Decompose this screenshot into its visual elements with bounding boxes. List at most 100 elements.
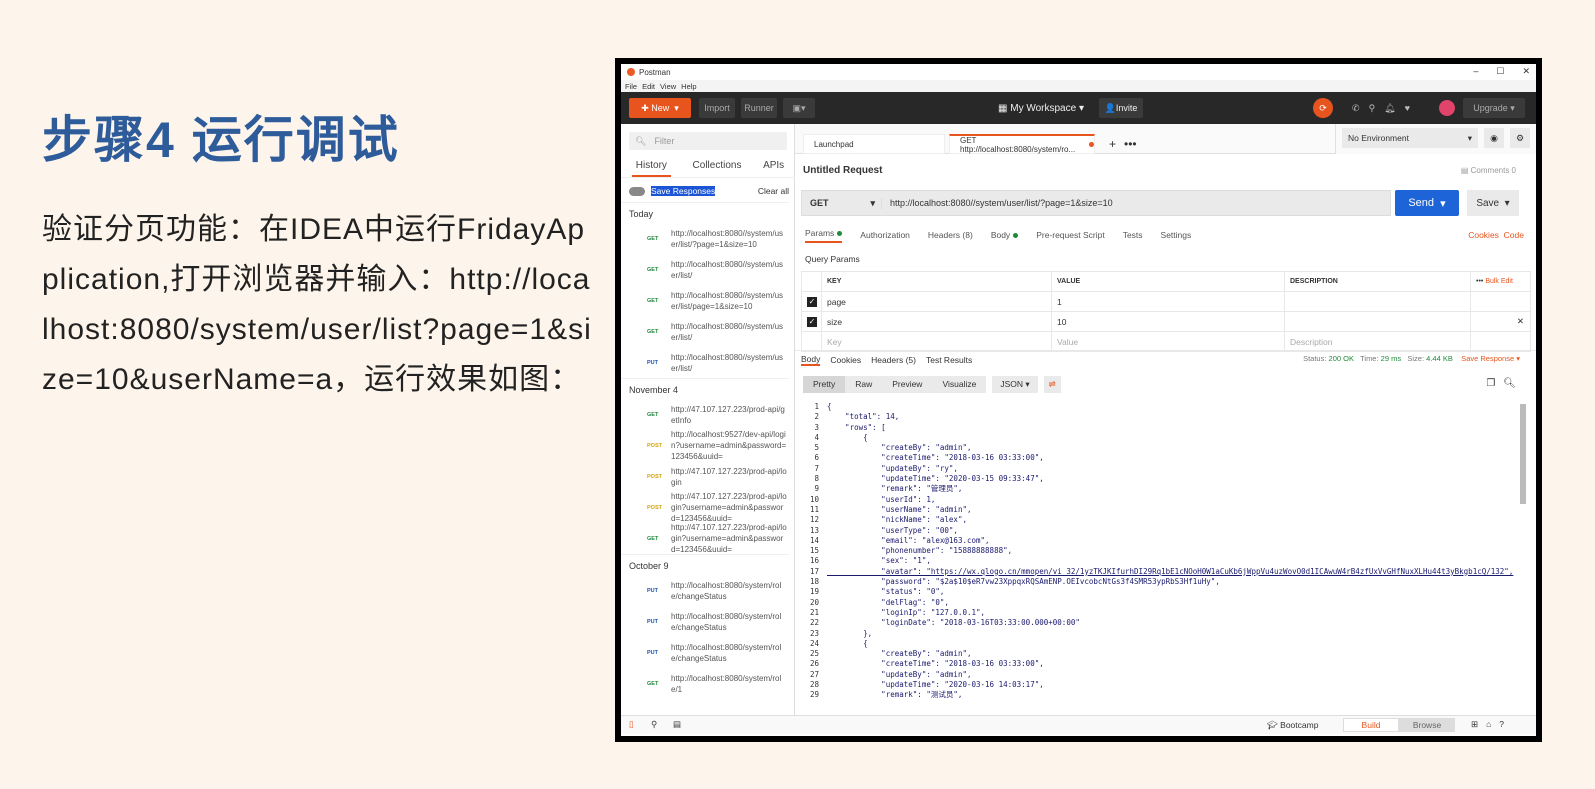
param-checkbox[interactable]: ✓ (807, 297, 817, 307)
history-group-header[interactable]: November 4 (621, 378, 789, 399)
param-description[interactable] (1284, 311, 1471, 332)
menu-help[interactable]: Help (681, 82, 696, 91)
bulk-edit-link[interactable]: Bulk Edit (1485, 278, 1513, 285)
minimize-icon[interactable]: – (1473, 66, 1478, 77)
runner-button[interactable]: Runner (741, 98, 777, 118)
wrap-icon[interactable]: ⇌ (1043, 376, 1061, 393)
tab-body[interactable]: Body (991, 230, 1019, 240)
view-preview[interactable]: Preview (882, 376, 932, 393)
layout-icons[interactable]: ⊞⌂? (1471, 719, 1512, 730)
tab-history[interactable]: History (631, 156, 671, 177)
bootcamp-button[interactable]: 🎓︎ Bootcamp (1267, 720, 1318, 731)
eye-icon[interactable]: ◉ (1484, 128, 1504, 148)
cookies-link[interactable]: Cookies (1468, 230, 1499, 240)
view-visualize[interactable]: Visualize (932, 376, 986, 393)
search-icon[interactable]: 🔍︎ (1503, 378, 1516, 389)
format-select[interactable]: JSON ▾ (992, 376, 1038, 393)
tab-active-request[interactable]: GET http://localhost:8080/system/ro... (949, 134, 1095, 154)
menu-file[interactable]: File (625, 82, 637, 91)
build-button[interactable]: Build (1343, 718, 1399, 732)
console-icon[interactable]: ▤ (673, 719, 681, 730)
new-button[interactable]: ✚ New ▾ (629, 98, 691, 118)
history-item[interactable]: POST http://47.107.127.223/prod-api/login… (621, 492, 789, 523)
resp-tab-headers-[interactable]: Headers (5) (871, 355, 916, 365)
new-window-icon[interactable]: ▣▾ (783, 98, 815, 118)
history-item[interactable]: GET http://localhost:8080//system/user/li… (621, 223, 789, 254)
sync-icon[interactable]: ⟳ (1313, 98, 1333, 118)
tab-headers-[interactable]: Headers (8) (928, 230, 973, 240)
send-button[interactable]: Send ▾ (1395, 190, 1459, 216)
history-item[interactable]: GET http://localhost:8080//system/user/li… (621, 316, 789, 347)
line-text: "remark": "管理员", (827, 484, 963, 494)
invite-button[interactable]: 👤 Invite (1099, 98, 1143, 118)
delete-row-icon[interactable]: ✕ (1470, 311, 1531, 332)
param-description[interactable] (1284, 291, 1471, 312)
view-raw[interactable]: Raw (845, 376, 882, 393)
new-key-input[interactable]: Key (821, 331, 1052, 352)
param-value[interactable]: 10 (1051, 311, 1285, 332)
history-item[interactable]: GET http://47.107.127.223/prod-api/getInf… (621, 399, 789, 430)
copy-icon[interactable]: ❐ (1486, 378, 1495, 389)
url-input[interactable]: http://localhost:8080//system/user/list/… (882, 198, 1113, 208)
tab-tests[interactable]: Tests (1123, 230, 1143, 240)
history-item[interactable]: POST http://47.107.127.223/prod-api/login (621, 461, 789, 492)
history-item[interactable]: GET http://47.107.127.223/prod-api/login?… (621, 523, 789, 554)
history-item[interactable]: GET http://localhost:8080//system/user/li… (621, 254, 789, 285)
save-responses-toggle[interactable] (629, 186, 645, 196)
clear-all-button[interactable]: Clear all (758, 186, 789, 196)
menu-view[interactable]: View (660, 82, 676, 91)
comments-button[interactable]: ▤ Comments 0 (1461, 166, 1516, 175)
filter-input[interactable]: 🔍︎ Filter (629, 132, 787, 150)
resp-tab-test-results[interactable]: Test Results (926, 355, 972, 365)
environment-select[interactable]: No Environment ▾ (1342, 128, 1478, 148)
save-button[interactable]: Save ▾ (1467, 190, 1519, 216)
view-switcher: Pretty Raw Preview Visualize (803, 376, 987, 393)
browse-button[interactable]: Browse (1399, 718, 1455, 732)
close-icon[interactable]: ✕ (1522, 66, 1530, 77)
settings-icon[interactable]: ⚙ (1510, 128, 1530, 148)
resp-tab-cookies[interactable]: Cookies (830, 355, 861, 365)
resp-tab-body[interactable]: Body (801, 354, 821, 366)
tab-apis[interactable]: APIs (763, 156, 784, 177)
sidebar: 🔍︎ Filter History Collections APIs Save Res… (621, 124, 795, 715)
param-checkbox[interactable]: ✓ (807, 317, 817, 327)
scrollbar[interactable] (1520, 404, 1526, 504)
import-button[interactable]: Import (699, 98, 735, 118)
history-item[interactable]: PUT http://localhost:8080/system/role/cha… (621, 575, 789, 606)
find-icon[interactable]: ⚲ (651, 719, 657, 730)
history-item[interactable]: PUT http://localhost:8080/system/role/cha… (621, 637, 789, 668)
tab-authorization[interactable]: Authorization (860, 230, 910, 240)
tab-launchpad[interactable]: Launchpad (803, 134, 945, 154)
add-tab-button[interactable]: + ••• (1099, 134, 1137, 154)
avatar[interactable] (1439, 100, 1455, 116)
history-item[interactable]: GET http://localhost:8080//system/user/li… (621, 285, 789, 316)
history-item[interactable]: PUT http://localhost:8080//system/user/li… (621, 347, 789, 378)
line-number: 12 (809, 515, 819, 525)
code-link[interactable]: Code (1504, 230, 1524, 240)
tab-params[interactable]: Params (805, 228, 843, 243)
history-item[interactable]: PUT http://localhost:8080/system/role/cha… (621, 606, 789, 637)
maximize-icon[interactable]: ☐ (1496, 66, 1504, 77)
more-icon[interactable]: ••• (1476, 278, 1483, 285)
sidebar-toggle-icon[interactable]: ▯ (629, 719, 634, 730)
param-key[interactable]: size (821, 311, 1052, 332)
new-description-input[interactable]: Description (1284, 331, 1471, 352)
tab-collections[interactable]: Collections (693, 156, 742, 177)
history-group-header[interactable]: Today (621, 202, 789, 223)
history-group-header[interactable]: October 9 (621, 554, 789, 575)
history-item[interactable]: POST http://localhost:9527/dev-api/login?… (621, 430, 789, 461)
param-value[interactable]: 1 (1051, 291, 1285, 312)
upgrade-button[interactable]: Upgrade ▾ (1463, 98, 1525, 118)
workspace-dropdown[interactable]: ▦ My Workspace ▾ (991, 98, 1091, 118)
menu-edit[interactable]: Edit (642, 82, 655, 91)
history-item[interactable]: GET http://localhost:8080/system/role/1 (621, 668, 789, 699)
code-line: 10 "userId": 1, (801, 495, 1519, 505)
save-response-button[interactable]: Save Response ▾ (1461, 354, 1520, 363)
header-icons[interactable]: ✆ ⚲ 🔔︎ ♥ (1341, 98, 1421, 118)
param-key[interactable]: page (821, 291, 1052, 312)
tab-settings[interactable]: Settings (1161, 230, 1192, 240)
tab-pre-request-script[interactable]: Pre-request Script (1036, 230, 1105, 240)
view-pretty[interactable]: Pretty (803, 376, 846, 393)
method-select[interactable]: GET ▾ (802, 197, 882, 209)
new-value-input[interactable]: Value (1051, 331, 1285, 352)
